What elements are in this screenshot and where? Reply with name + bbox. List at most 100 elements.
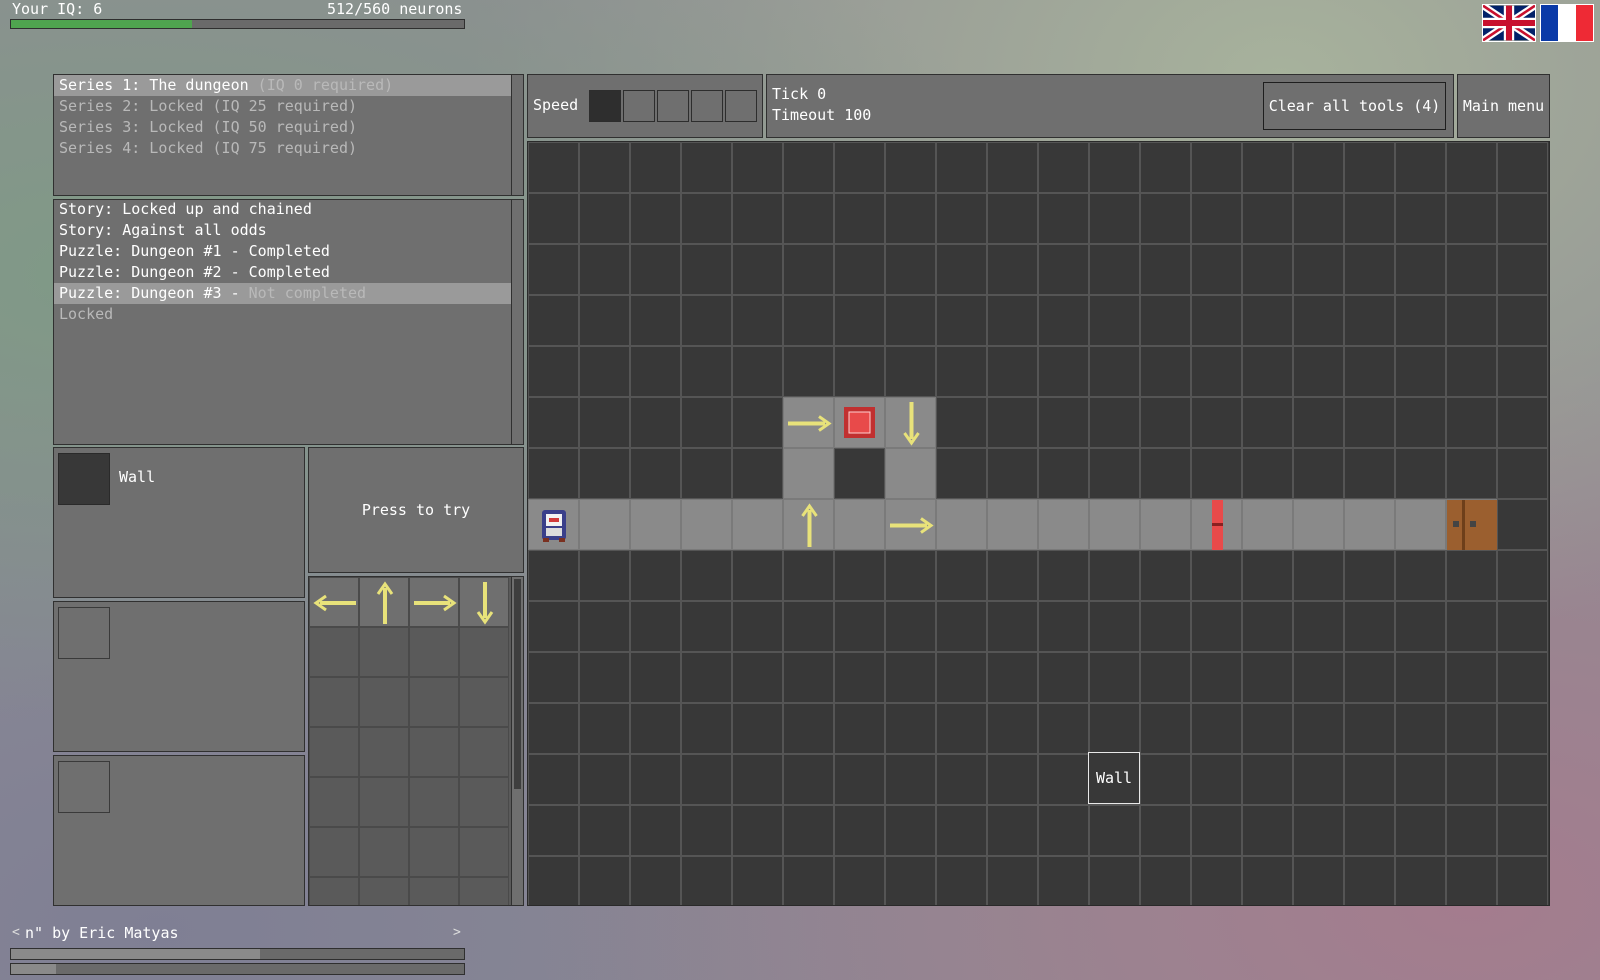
wall-tile[interactable] [987,856,1038,905]
wall-tile[interactable] [834,244,885,295]
wall-tile[interactable] [1497,805,1548,856]
wall-tile[interactable] [1242,703,1293,754]
wall-tile[interactable] [1446,448,1497,499]
wall-tile[interactable] [1395,754,1446,805]
series-item-2[interactable]: Series 2: Locked (IQ 25 required) [54,96,511,117]
wall-tile[interactable] [987,652,1038,703]
wall-tile[interactable] [1293,856,1344,905]
wall-tile[interactable] [1089,601,1140,652]
wall-tile[interactable] [1191,652,1242,703]
wall-tile[interactable] [1191,703,1242,754]
wall-tile[interactable] [1293,805,1344,856]
wall-tile[interactable] [1446,397,1497,448]
wall-tile[interactable] [1344,805,1395,856]
prev-track-button[interactable]: < [12,925,20,940]
wall-tile[interactable] [630,754,681,805]
palette-empty-slot[interactable] [309,627,359,677]
wall-tile[interactable] [579,601,630,652]
wall-tile[interactable] [834,805,885,856]
floor-tile[interactable] [630,499,681,550]
wall-tile[interactable] [936,295,987,346]
wall-tile[interactable] [834,295,885,346]
wall-tile[interactable] [783,601,834,652]
wall-tile[interactable] [783,754,834,805]
floor-tile[interactable] [885,448,936,499]
wall-tile[interactable] [1395,346,1446,397]
arrow-up-icon[interactable] [783,499,834,550]
uk-flag-icon[interactable] [1481,2,1537,44]
wall-tile[interactable] [1242,601,1293,652]
robot-player-icon[interactable] [528,499,579,550]
wall-tile[interactable] [1344,397,1395,448]
wall-tile[interactable] [1497,397,1548,448]
wall-tile[interactable] [732,142,783,193]
wall-tile[interactable] [1344,550,1395,601]
wall-tile[interactable] [936,397,987,448]
wall-tile[interactable] [1191,754,1242,805]
wall-tile[interactable] [630,805,681,856]
wall-tile[interactable] [987,397,1038,448]
wall-tile[interactable] [1395,805,1446,856]
floor-tile[interactable] [732,499,783,550]
wall-tile[interactable] [732,448,783,499]
wall-tile[interactable] [1089,805,1140,856]
wall-tile[interactable] [936,448,987,499]
wall-tile[interactable] [1038,448,1089,499]
palette-empty-slot[interactable] [459,677,509,727]
wall-tile[interactable] [681,601,732,652]
wall-tile[interactable] [528,397,579,448]
wall-tile[interactable] [1497,193,1548,244]
wall-tile[interactable] [1293,703,1344,754]
wall-tile[interactable] [579,193,630,244]
wall-tile[interactable] [1497,346,1548,397]
wall-tile[interactable] [987,703,1038,754]
wall-tile[interactable] [579,397,630,448]
wall-tile[interactable] [885,754,936,805]
wall-tile[interactable] [528,295,579,346]
wall-tile[interactable] [732,244,783,295]
wall-tile[interactable] [732,703,783,754]
wall-tile[interactable] [834,550,885,601]
wall-tile[interactable] [1293,550,1344,601]
wall-tile[interactable] [1242,142,1293,193]
wall-tile[interactable] [681,295,732,346]
wall-tile[interactable] [1191,448,1242,499]
wall-tile[interactable] [1242,244,1293,295]
palette-empty-slot[interactable] [409,877,459,905]
palette-empty-slot[interactable] [459,727,509,777]
wall-tile[interactable] [579,550,630,601]
wall-tile[interactable] [630,295,681,346]
wall-tile[interactable] [1089,856,1140,905]
wall-tile[interactable] [1038,754,1089,805]
wall-tile[interactable] [987,550,1038,601]
speed-level-1[interactable] [589,90,621,122]
wall-tile[interactable] [1497,142,1548,193]
wall-tile[interactable] [1089,346,1140,397]
wall-tile[interactable] [732,397,783,448]
floor-tile[interactable] [1089,499,1140,550]
floor-tile[interactable] [1344,499,1395,550]
palette-empty-slot[interactable] [459,877,509,905]
wall-tile[interactable] [528,193,579,244]
volume-bar[interactable] [10,963,465,975]
wall-tile[interactable] [936,856,987,905]
wall-tile[interactable] [1038,142,1089,193]
palette-empty-slot[interactable] [459,777,509,827]
wall-tile[interactable] [681,652,732,703]
wall-tile[interactable] [1140,703,1191,754]
wall-tile[interactable] [1089,703,1140,754]
wall-tile[interactable] [1293,295,1344,346]
wall-tile[interactable] [630,346,681,397]
wall-tile[interactable] [1344,244,1395,295]
wall-tile[interactable] [885,703,936,754]
wall-tile[interactable] [1395,856,1446,905]
wall-tile[interactable] [936,601,987,652]
series-item-1[interactable]: Series 1: The dungeon (IQ 0 required) [54,75,511,96]
wall-tile[interactable] [1140,193,1191,244]
wall-tile[interactable] [528,346,579,397]
wall-tile[interactable] [732,346,783,397]
wall-tile[interactable] [1395,244,1446,295]
wall-tile[interactable] [1446,295,1497,346]
wall-tile[interactable] [630,193,681,244]
wall-tile[interactable] [1293,397,1344,448]
